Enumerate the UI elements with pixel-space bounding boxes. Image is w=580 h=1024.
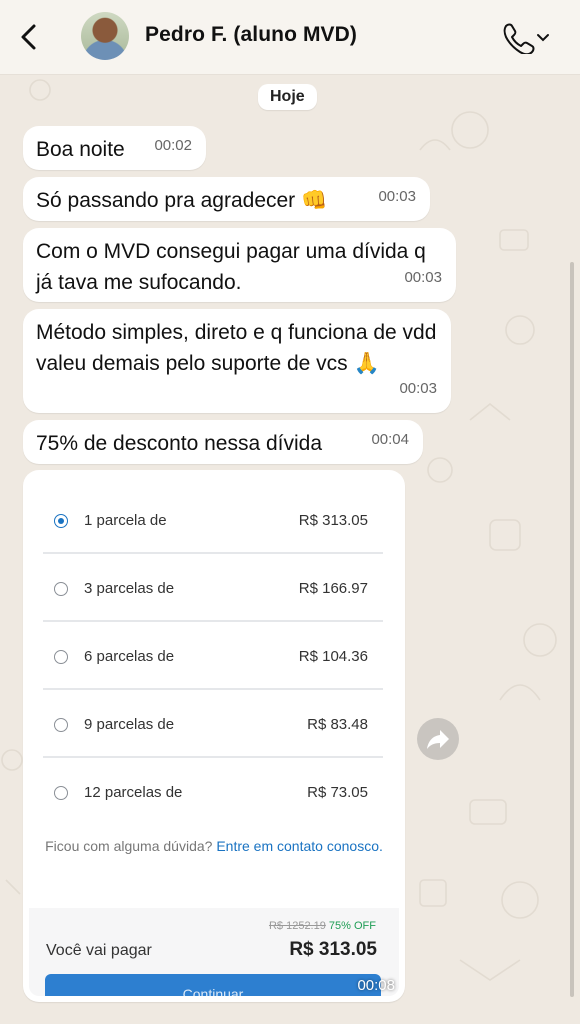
message-time: 00:08 <box>357 977 395 994</box>
radio-unselected <box>54 650 68 664</box>
chevron-left-icon[interactable] <box>14 20 44 54</box>
radio-selected <box>54 514 68 528</box>
help-question: Ficou com alguma dúvida? <box>45 838 213 854</box>
installment-option: 9 parcelas de R$ 83.48 <box>43 692 383 758</box>
option-label: 12 parcelas de <box>84 784 183 801</box>
radio-unselected <box>54 582 68 596</box>
help-link: Entre em contato conosco. <box>216 838 383 854</box>
image-message[interactable]: 1 parcela de R$ 313.05 3 parcelas de R$ … <box>23 470 405 1002</box>
message-bubble[interactable]: Só passando pra agradecer 👊 00:03 <box>23 177 430 221</box>
installment-option: 12 parcelas de R$ 73.05 <box>43 760 383 826</box>
option-price: R$ 104.36 <box>298 648 368 665</box>
option-label: 1 parcela de <box>84 512 167 529</box>
original-price: R$ 1252.19 75% OFF <box>269 920 376 932</box>
option-label: 3 parcelas de <box>84 580 175 597</box>
option-label: 9 parcelas de <box>84 716 175 733</box>
option-price: R$ 313.05 <box>298 512 368 529</box>
message-bubble[interactable]: Com o MVD consegui pagar uma dívida q já… <box>23 228 456 302</box>
message-time: 00:04 <box>371 431 409 448</box>
installment-screenshot: 1 parcela de R$ 313.05 3 parcelas de R$ … <box>29 476 399 996</box>
message-time: 00:03 <box>378 188 416 205</box>
message-text: 75% de desconto nessa dívida <box>36 432 323 455</box>
option-label: 6 parcelas de <box>84 648 175 665</box>
radio-unselected <box>54 718 68 732</box>
message-text: Método simples, direto e q funciona de v… <box>36 321 437 375</box>
radio-unselected <box>54 786 68 800</box>
message-text: Boa noite <box>36 138 125 161</box>
forward-button[interactable] <box>417 718 459 760</box>
option-price: R$ 73.05 <box>307 784 368 801</box>
old-price-value: R$ 1252.19 <box>268 920 326 932</box>
scrollbar[interactable] <box>570 262 574 997</box>
message-time: 00:02 <box>154 137 192 154</box>
chevron-down-icon <box>537 34 549 42</box>
installment-option: 6 parcelas de R$ 104.36 <box>43 624 383 690</box>
message-time: 00:03 <box>404 269 442 286</box>
installment-option: 1 parcela de R$ 313.05 <box>43 488 383 554</box>
message-bubble[interactable]: Método simples, direto e q funciona de v… <box>23 309 451 413</box>
message-time: 00:03 <box>399 380 437 397</box>
message-bubble[interactable]: Boa noite 00:02 <box>23 126 206 170</box>
forward-icon <box>427 730 449 749</box>
avatar[interactable] <box>81 12 129 60</box>
help-text: Ficou com alguma dúvida? Entre em contat… <box>29 838 399 855</box>
message-bubble[interactable]: 75% de desconto nessa dívida 00:04 <box>23 420 423 464</box>
payment-summary: R$ 1252.19 75% OFF Você vai pagar R$ 313… <box>29 908 399 996</box>
discount-badge: 75% OFF <box>328 920 376 932</box>
contact-name[interactable]: Pedro F. (aluno MVD) <box>145 23 357 47</box>
phone-icon[interactable] <box>500 20 552 54</box>
installment-option: 3 parcelas de R$ 166.97 <box>43 556 383 622</box>
pay-label: Você vai pagar <box>46 942 152 959</box>
continue-button: Continuar <box>45 974 381 996</box>
option-price: R$ 166.97 <box>298 580 368 597</box>
chat-header: Pedro F. (aluno MVD) <box>0 0 580 75</box>
message-text: Com o MVD consegui pagar uma dívida q já… <box>36 240 426 294</box>
option-price: R$ 83.48 <box>307 716 368 733</box>
message-text: Só passando pra agradecer 👊 <box>36 189 328 212</box>
date-chip: Hoje <box>258 84 317 110</box>
pay-total: R$ 313.05 <box>289 939 377 960</box>
